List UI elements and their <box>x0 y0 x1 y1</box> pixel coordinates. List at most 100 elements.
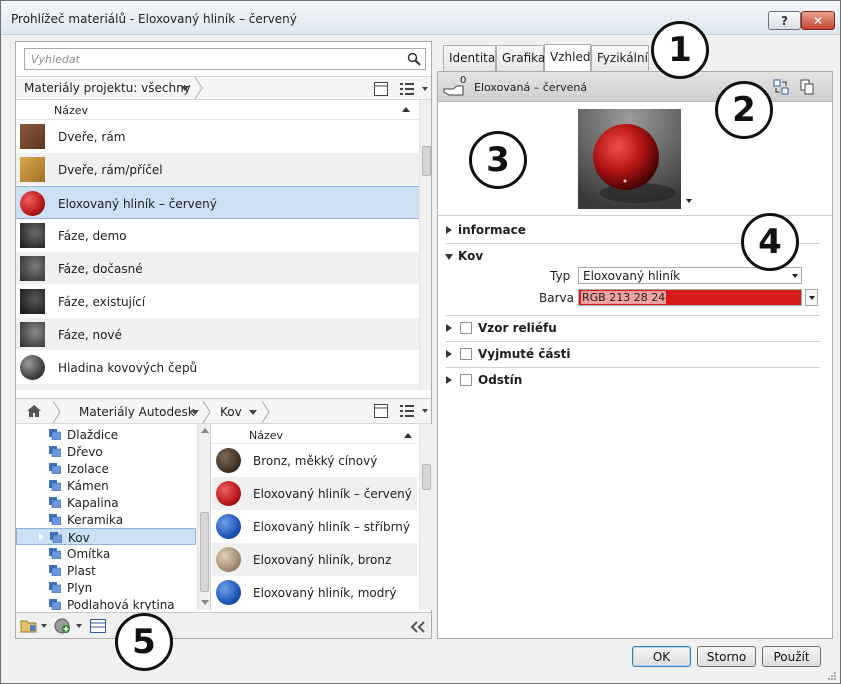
library-list-header[interactable]: Název <box>212 424 417 444</box>
tree-scrollbar[interactable] <box>197 424 210 610</box>
swap-asset-icon[interactable] <box>773 79 789 95</box>
apply-button[interactable]: Použít <box>762 646 821 667</box>
section-relief[interactable]: Vzor reliéfu <box>446 321 626 337</box>
tint-checkbox[interactable] <box>460 374 472 386</box>
section-tint[interactable]: Odstín <box>446 373 626 389</box>
scroll-down-icon[interactable] <box>201 600 209 605</box>
callout-5: 5 <box>115 613 173 671</box>
chevron-down-icon[interactable] <box>792 274 798 278</box>
section-divider <box>446 341 820 342</box>
panel-toggle-icon[interactable] <box>374 82 388 96</box>
tree-item[interactable]: Plast <box>16 562 196 579</box>
list-item[interactable]: Fáze, nové <box>16 318 419 351</box>
library-list-scrollbar[interactable] <box>419 424 432 610</box>
asset-browser-icon[interactable] <box>90 619 106 633</box>
expand-arrow-icon[interactable] <box>446 324 452 332</box>
collapse-arrow-icon[interactable] <box>445 254 453 260</box>
color-field[interactable]: RGB 213 28 24 <box>578 289 802 306</box>
tree-item[interactable]: Kapalina <box>16 494 196 511</box>
library-folder-icon[interactable] <box>20 618 38 634</box>
tree-item[interactable]: Dřevo <box>16 443 196 460</box>
panel-toggle-icon[interactable] <box>374 404 388 418</box>
chevron-down-icon[interactable] <box>41 624 47 628</box>
project-list-scrollbar[interactable] <box>419 100 431 390</box>
section-metal[interactable]: Kov <box>445 249 566 265</box>
material-label: Eloxovaný hliník, bronz <box>253 553 392 567</box>
list-item[interactable]: Dveře, rám/příčel <box>16 153 419 186</box>
list-item[interactable]: Eloxovaný hliník – stříbrný <box>212 510 417 543</box>
chevron-down-icon[interactable] <box>191 410 199 415</box>
cutouts-checkbox[interactable] <box>460 348 472 360</box>
preview-options-chevron-icon[interactable] <box>686 199 692 203</box>
list-item[interactable]: Fáze, demo <box>16 219 419 252</box>
home-icon[interactable] <box>26 404 42 418</box>
tree-item[interactable]: Plyn <box>16 579 196 596</box>
duplicate-asset-icon[interactable] <box>800 79 814 95</box>
material-label: Dveře, rám/příčel <box>58 163 163 177</box>
search-icon[interactable] <box>407 52 421 66</box>
tab-appearance[interactable]: Vzhled <box>544 44 591 71</box>
list-item[interactable]: Bronz, měkký cínový <box>212 444 417 477</box>
chevron-down-icon[interactable] <box>809 296 815 300</box>
section-info[interactable]: informace <box>446 223 566 239</box>
tab-graphics[interactable]: Grafika <box>496 45 545 71</box>
ok-button[interactable]: OK <box>632 646 691 667</box>
resize-grip-icon[interactable] <box>827 671 837 681</box>
list-item[interactable]: Eloxovaný hliník, bronz <box>212 543 417 576</box>
list-item[interactable]: Eloxovaný hliník – červený <box>212 477 417 510</box>
tab-physical[interactable]: Fyzikální <box>591 45 649 71</box>
scroll-up-icon[interactable] <box>201 428 209 433</box>
color-options-button[interactable] <box>805 289 818 306</box>
chevron-down-icon[interactable] <box>76 624 82 628</box>
section-cutouts[interactable]: Vyjmuté části <box>446 347 626 363</box>
close-button[interactable]: ✕ <box>801 11 835 30</box>
library-root-crumb[interactable]: Materiály Autodesk <box>79 405 195 419</box>
column-header-name[interactable]: Název <box>54 104 88 117</box>
tree-item-selected[interactable]: Kov <box>16 528 196 545</box>
material-preview[interactable] <box>578 109 681 209</box>
tree-item[interactable]: Keramika <box>16 511 196 528</box>
chevron-down-icon[interactable] <box>422 409 428 413</box>
tree-item[interactable]: Kámen <box>16 477 196 494</box>
scrollbar-thumb[interactable] <box>200 512 209 592</box>
tab-identity[interactable]: Identita <box>443 45 496 71</box>
list-item[interactable] <box>16 384 419 390</box>
project-filter-crumb[interactable]: Materiály projektu: všechny <box>24 81 191 95</box>
project-material-list: Dveře, rám Dveře, rám/příčel Eloxovaný h… <box>16 120 419 390</box>
scrollbar-thumb[interactable] <box>422 146 431 176</box>
materials-pane: Vyhledat Materiály projektu: všechny Náz… <box>15 41 432 639</box>
relief-checkbox[interactable] <box>460 322 472 334</box>
expand-arrow-icon[interactable] <box>446 226 452 234</box>
help-button[interactable]: ? <box>768 11 801 30</box>
list-item[interactable]: Fáze, existující <box>16 285 419 318</box>
tree-item[interactable]: Podlahová krytina <box>16 596 196 610</box>
folder-icon <box>50 532 62 543</box>
list-view-icon[interactable] <box>400 404 418 418</box>
cancel-button[interactable]: Storno <box>697 646 756 667</box>
search-input[interactable]: Vyhledat <box>24 48 426 70</box>
chevron-down-icon[interactable] <box>249 410 257 415</box>
create-material-icon[interactable] <box>54 617 72 635</box>
project-list-header[interactable]: Název <box>16 100 419 120</box>
column-header-name[interactable]: Název <box>249 429 283 442</box>
library-child-crumb[interactable]: Kov <box>220 405 242 419</box>
chevron-down-icon[interactable] <box>422 87 428 91</box>
callout-1: 1 <box>651 21 709 79</box>
collapse-panel-icon[interactable] <box>410 621 426 633</box>
list-item[interactable]: Hladina kovových čepů <box>16 351 419 384</box>
tree-item[interactable]: Dlaždice <box>16 426 196 443</box>
expand-arrow-icon[interactable] <box>446 376 452 384</box>
chevron-down-icon[interactable] <box>181 86 189 91</box>
folder-icon <box>49 497 61 508</box>
expand-arrow-icon[interactable] <box>446 350 452 358</box>
expand-arrow-icon[interactable] <box>39 533 44 541</box>
list-item[interactable]: Eloxovaný hliník, modrý <box>212 576 417 609</box>
tree-item[interactable]: Izolace <box>16 460 196 477</box>
scrollbar-thumb[interactable] <box>422 464 431 490</box>
window-title: Prohlížeč materiálů - Eloxovaný hliník –… <box>11 12 297 26</box>
list-item[interactable]: Fáze, dočasné <box>16 252 419 285</box>
list-item[interactable]: Dveře, rám <box>16 120 419 153</box>
list-item-selected[interactable]: Eloxovaný hliník – červený <box>16 186 419 219</box>
list-view-icon[interactable] <box>400 82 418 96</box>
tree-item[interactable]: Omítka <box>16 545 196 562</box>
